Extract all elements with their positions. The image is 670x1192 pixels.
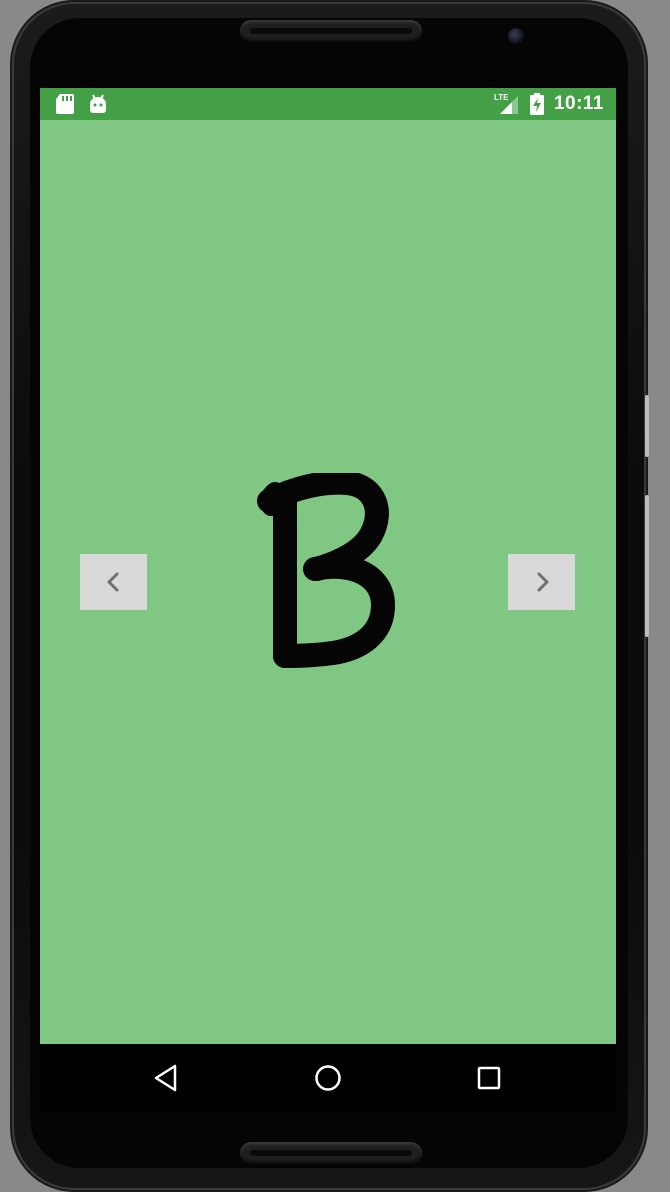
power-button	[645, 495, 649, 637]
volume-button	[645, 395, 649, 457]
android-icon	[89, 94, 107, 119]
chevron-left-icon	[107, 572, 118, 592]
previous-letter-button[interactable]	[80, 554, 147, 610]
battery-charging-icon	[530, 93, 544, 120]
lte-signal-icon: LTE	[494, 92, 520, 121]
svg-text:LTE: LTE	[494, 93, 509, 102]
recents-button[interactable]	[465, 1056, 513, 1100]
sd-card-icon	[56, 94, 74, 119]
chevron-right-icon	[537, 572, 548, 592]
recents-icon	[477, 1066, 501, 1090]
next-letter-button[interactable]	[508, 554, 575, 610]
back-button[interactable]	[142, 1056, 190, 1100]
letter-display	[255, 470, 405, 678]
emulator-frame: LTE 10:11	[0, 0, 670, 1192]
status-bar: LTE 10:11	[40, 88, 616, 120]
top-speaker	[240, 20, 422, 42]
letter-b-image	[257, 470, 395, 668]
home-button[interactable]	[304, 1056, 352, 1100]
status-clock: 10:11	[553, 93, 604, 114]
navigation-bar	[40, 1044, 616, 1112]
app-screen: LTE 10:11	[40, 88, 616, 1044]
home-icon	[315, 1065, 341, 1091]
front-camera	[508, 28, 524, 44]
back-icon	[154, 1064, 177, 1092]
bottom-speaker	[240, 1142, 422, 1164]
